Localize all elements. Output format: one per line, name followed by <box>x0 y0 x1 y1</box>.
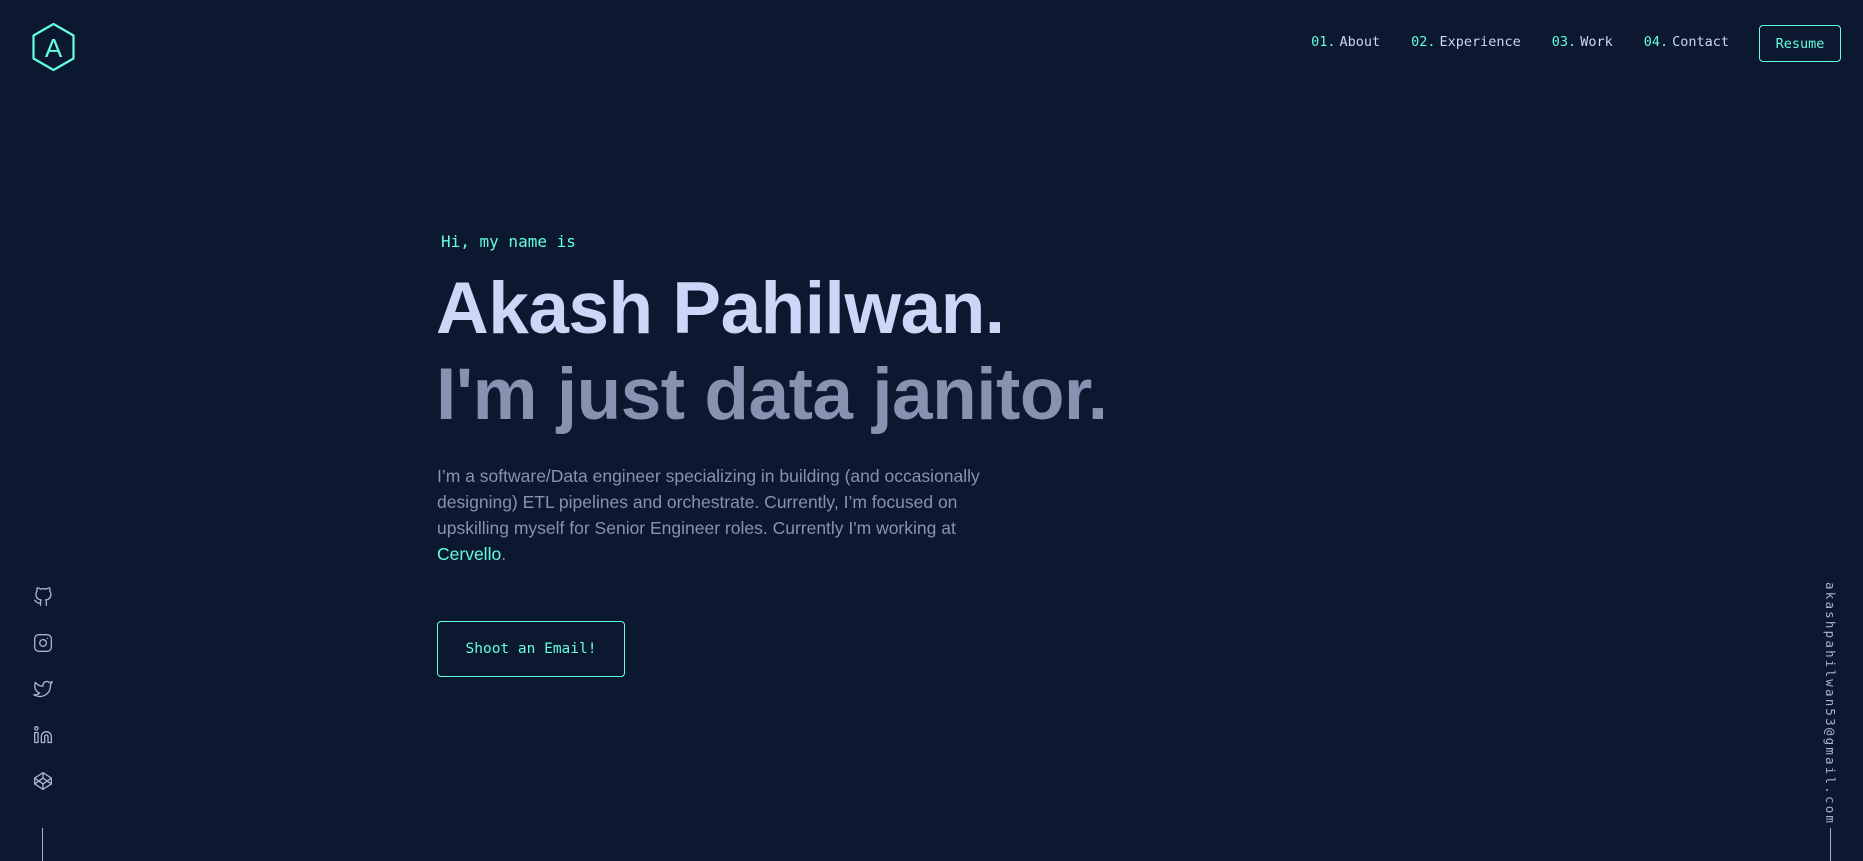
right-rail-line <box>1830 828 1831 861</box>
linkedin-link[interactable] <box>31 723 55 747</box>
nav-label: Experience <box>1439 34 1521 50</box>
instagram-icon <box>34 634 52 652</box>
bio-end: . <box>501 544 507 564</box>
nav-number: 02. <box>1411 34 1436 50</box>
nav-number: 01. <box>1311 34 1336 50</box>
github-link[interactable] <box>31 585 55 609</box>
nav-item-work[interactable]: 03. Work <box>1552 34 1613 50</box>
nav-item-experience[interactable]: 02. Experience <box>1411 34 1521 50</box>
codepen-link[interactable] <box>31 769 55 793</box>
twitter-link[interactable] <box>31 677 55 701</box>
hero-greeting: Hi, my name is <box>441 232 576 251</box>
hero-name: Akash Pahilwan. <box>436 268 1005 349</box>
main-nav: 01. About 02. Experience 03. Work 04. Co… <box>1280 34 1729 50</box>
twitter-icon <box>33 680 53 698</box>
codepen-icon <box>34 772 52 790</box>
employer-link[interactable]: Cervello <box>437 544 501 564</box>
email-link[interactable]: akashpahilwan53@gmail.com <box>1823 582 1838 825</box>
resume-button[interactable]: Resume <box>1759 25 1841 62</box>
nav-label: About <box>1339 34 1381 50</box>
nav-item-about[interactable]: 01. About <box>1311 34 1380 50</box>
logo-letter: A <box>44 32 63 63</box>
left-rail-line <box>42 828 43 861</box>
nav-label: Contact <box>1672 34 1729 50</box>
logo[interactable]: A <box>31 22 76 72</box>
hero-bio: I’m a software/Data engineer specializin… <box>437 463 982 567</box>
nav-number: 04. <box>1643 34 1669 50</box>
social-links <box>31 585 55 815</box>
bio-text: I’m a software/Data engineer specializin… <box>437 466 980 538</box>
github-icon <box>34 587 52 606</box>
nav-item-contact[interactable]: 04. Contact <box>1644 34 1729 50</box>
email-cta-button[interactable]: Shoot an Email! <box>437 621 625 677</box>
nav-label: Work <box>1580 34 1613 50</box>
hero-tagline: I'm just data janitor. <box>436 354 1108 435</box>
nav-number: 03. <box>1551 34 1577 50</box>
linkedin-icon <box>34 726 52 744</box>
instagram-link[interactable] <box>31 631 55 655</box>
